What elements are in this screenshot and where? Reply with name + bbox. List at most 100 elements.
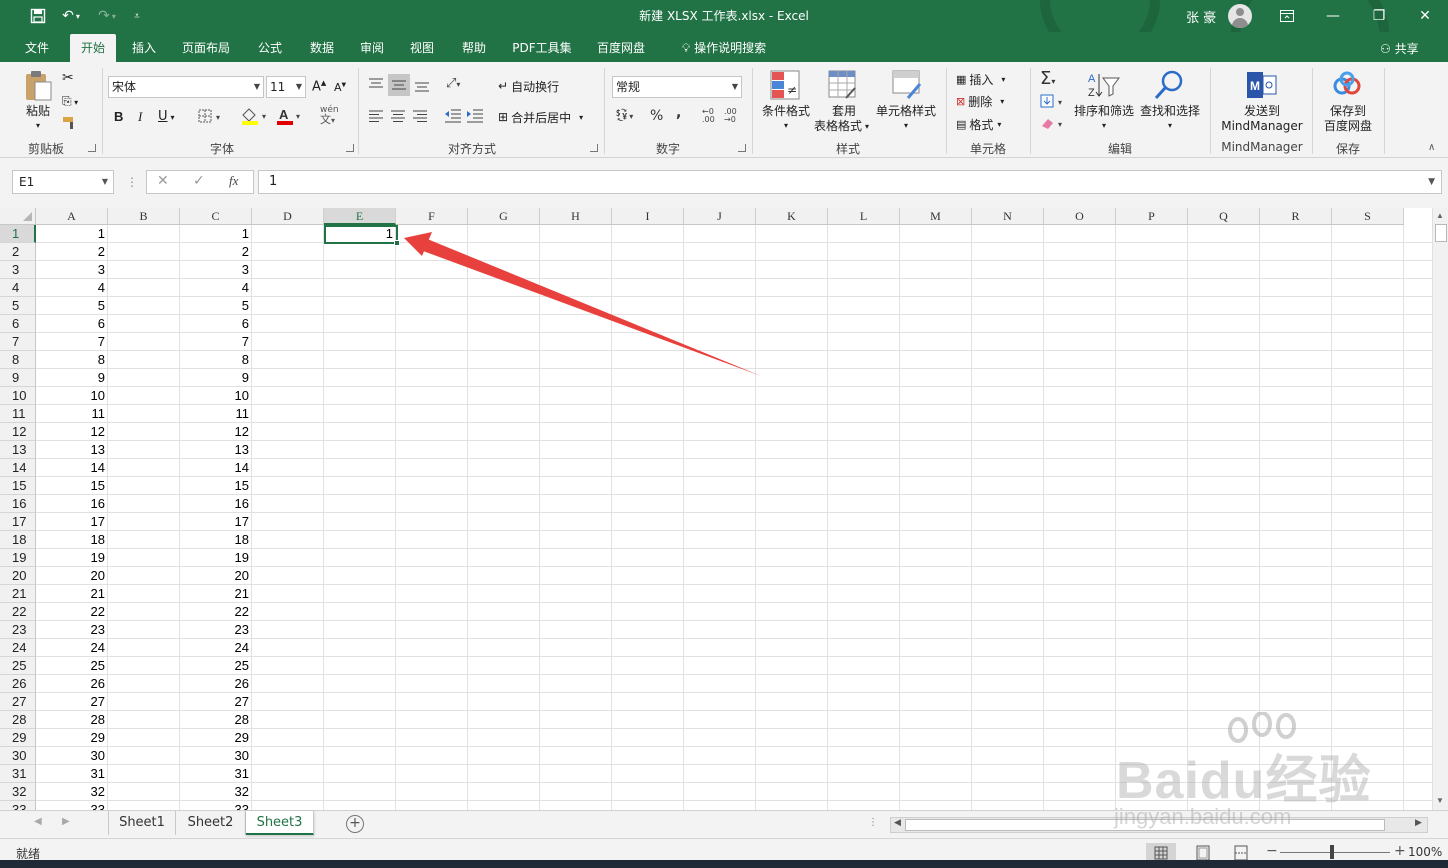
table-cell[interactable]: 29: [36, 729, 108, 747]
table-cell[interactable]: 10: [180, 387, 252, 405]
ribbon-display-icon[interactable]: [1264, 0, 1310, 32]
column-header[interactable]: L: [828, 208, 900, 225]
table-cell[interactable]: 14: [36, 459, 108, 477]
tab-insert[interactable]: 插入: [122, 34, 166, 62]
undo-icon[interactable]: ↶ ▾: [56, 6, 86, 26]
format-painter-icon[interactable]: [62, 116, 78, 133]
tab-pdf-tools[interactable]: PDF工具集: [504, 34, 580, 62]
table-cell[interactable]: 32: [36, 783, 108, 801]
align-center-icon[interactable]: [390, 110, 406, 125]
table-cell[interactable]: 16: [180, 495, 252, 513]
column-header[interactable]: B: [108, 208, 180, 225]
prev-sheet-icon[interactable]: ◀: [34, 816, 42, 827]
scroll-left-icon[interactable]: ◀: [894, 818, 901, 828]
scroll-up-icon[interactable]: ▲: [1436, 211, 1444, 220]
row-header[interactable]: 33: [0, 801, 36, 810]
table-cell[interactable]: 8: [36, 351, 108, 369]
sheet-tab-sheet1[interactable]: Sheet1: [108, 811, 176, 835]
table-cell[interactable]: 18: [180, 531, 252, 549]
enter-icon[interactable]: ✓: [193, 173, 205, 189]
table-cell[interactable]: 2: [36, 243, 108, 261]
table-cell[interactable]: 18: [36, 531, 108, 549]
column-header[interactable]: J: [684, 208, 756, 225]
table-cell[interactable]: 15: [180, 477, 252, 495]
find-select-label[interactable]: 查找和选择: [1136, 104, 1204, 119]
save-icon[interactable]: [28, 6, 48, 26]
column-header[interactable]: E: [324, 208, 396, 225]
sheet-tab-sheet2[interactable]: Sheet2: [176, 811, 246, 835]
increase-font-icon[interactable]: A▲: [312, 79, 326, 94]
row-header[interactable]: 1: [0, 225, 36, 243]
splitter-icon[interactable]: ⋮: [126, 175, 138, 189]
row-header[interactable]: 22: [0, 603, 36, 621]
add-sheet-button[interactable]: +: [346, 815, 364, 833]
tab-page-layout[interactable]: 页面布局: [174, 34, 238, 62]
table-cell[interactable]: 31: [180, 765, 252, 783]
table-cell[interactable]: 25: [180, 657, 252, 675]
increase-indent-icon[interactable]: [466, 109, 484, 126]
restore-button[interactable]: ❐: [1356, 0, 1402, 32]
table-cell[interactable]: 3: [180, 261, 252, 279]
delete-cells-button[interactable]: ⊠ 删除 ▾: [956, 92, 1004, 110]
row-header[interactable]: 32: [0, 783, 36, 801]
orientation-icon[interactable]: ⤢▾: [446, 76, 460, 91]
wrap-text-button[interactable]: ↵ 自动换行: [498, 76, 559, 96]
table-cell[interactable]: 11: [36, 405, 108, 423]
align-bottom-icon[interactable]: [414, 78, 430, 95]
table-cell[interactable]: 25: [36, 657, 108, 675]
font-name-combo[interactable]: 宋体 ▼: [108, 76, 264, 98]
number-launcher-icon[interactable]: [738, 144, 746, 152]
mindmanager-icon[interactable]: M: [1246, 70, 1278, 103]
row-header[interactable]: 9: [0, 369, 36, 387]
borders-icon[interactable]: ▾: [198, 109, 226, 126]
table-cell[interactable]: 17: [36, 513, 108, 531]
table-cell[interactable]: 13: [180, 441, 252, 459]
column-header[interactable]: C: [180, 208, 252, 225]
table-cell[interactable]: 17: [180, 513, 252, 531]
underline-button[interactable]: U ▾: [158, 109, 175, 124]
table-cell[interactable]: 28: [180, 711, 252, 729]
cancel-icon[interactable]: ✕: [157, 173, 169, 189]
alignment-launcher-icon[interactable]: [590, 144, 598, 152]
save-baidu-label-2[interactable]: 百度网盘: [1316, 119, 1380, 134]
table-cell[interactable]: 29: [180, 729, 252, 747]
column-header[interactable]: I: [612, 208, 684, 225]
row-header[interactable]: 16: [0, 495, 36, 513]
row-header[interactable]: 3: [0, 261, 36, 279]
table-cell[interactable]: 5: [180, 297, 252, 315]
table-cell[interactable]: 16: [36, 495, 108, 513]
sort-filter-label[interactable]: 排序和筛选: [1070, 104, 1138, 119]
tab-formulas[interactable]: 公式: [248, 34, 292, 62]
tab-view[interactable]: 视图: [400, 34, 444, 62]
zoom-slider-track[interactable]: [1280, 852, 1390, 853]
cell-styles-label[interactable]: 单元格样式: [872, 104, 940, 119]
tab-review[interactable]: 审阅: [350, 34, 394, 62]
bold-button[interactable]: B: [114, 109, 123, 124]
find-select-icon[interactable]: [1154, 70, 1184, 103]
table-cell[interactable]: 22: [36, 603, 108, 621]
table-cell[interactable]: 31: [36, 765, 108, 783]
share-button[interactable]: ⚇ 共享: [1380, 40, 1419, 57]
table-cell[interactable]: 24: [36, 639, 108, 657]
table-cell[interactable]: 13: [36, 441, 108, 459]
avatar[interactable]: [1228, 4, 1252, 28]
row-header[interactable]: 7: [0, 333, 36, 351]
row-header[interactable]: 28: [0, 711, 36, 729]
table-cell[interactable]: 28: [36, 711, 108, 729]
selected-cell[interactable]: 1: [324, 225, 400, 246]
table-cell[interactable]: 5: [36, 297, 108, 315]
table-cell[interactable]: 4: [36, 279, 108, 297]
save-baidu-label-1[interactable]: 保存到: [1316, 104, 1380, 119]
column-header[interactable]: S: [1332, 208, 1404, 225]
row-header[interactable]: 21: [0, 585, 36, 603]
fill-handle[interactable]: [394, 240, 400, 246]
customize-qat-icon[interactable]: ⩡: [130, 6, 144, 26]
vertical-scrollbar[interactable]: ▲ ▼: [1432, 208, 1448, 810]
row-header[interactable]: 20: [0, 567, 36, 585]
row-header[interactable]: 18: [0, 531, 36, 549]
table-cell[interactable]: 19: [180, 549, 252, 567]
user-name[interactable]: 张 豪: [1186, 7, 1216, 26]
mindmanager-label-2[interactable]: MindManager: [1216, 119, 1308, 134]
font-size-combo[interactable]: 11 ▼: [266, 76, 306, 98]
insert-function-icon[interactable]: fx: [229, 173, 238, 189]
